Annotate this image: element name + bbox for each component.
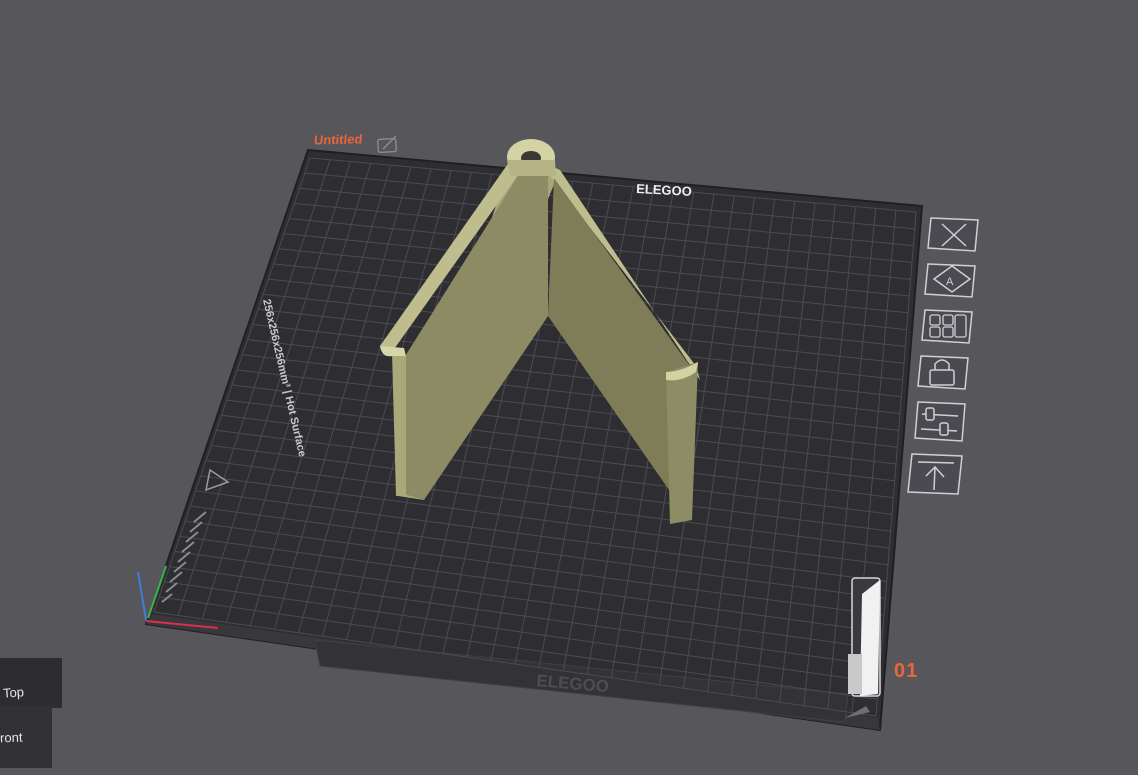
edit-name-icon[interactable] [377, 135, 397, 154]
lock-plate-button[interactable] [917, 355, 969, 390]
move-to-top-button[interactable] [907, 453, 963, 495]
svg-text:A: A [946, 276, 954, 288]
view-cube-top-label: Top [2, 684, 25, 701]
z-axis-line [137, 571, 147, 621]
plate-settings-button[interactable] [914, 401, 966, 442]
auto-orient-button[interactable]: A [924, 263, 976, 298]
view-cube-front-face[interactable]: ront [0, 706, 52, 768]
view-cube[interactable]: Top ront [0, 648, 62, 775]
layer-slider[interactable] [848, 577, 881, 697]
view-cube-front-label: ront [0, 729, 23, 746]
plate-name[interactable]: Untitled [313, 131, 363, 147]
3d-viewport[interactable]: 256x256x256mm³ | Hot Surface ELEGOO ELEG… [0, 0, 1138, 775]
plate-brand-top: ELEGOO [636, 181, 692, 199]
arrange-button[interactable] [921, 309, 973, 344]
plate-number[interactable]: 01 [894, 660, 918, 683]
remove-plate-button[interactable] [927, 217, 979, 252]
view-cube-top-face[interactable]: Top [0, 658, 62, 708]
